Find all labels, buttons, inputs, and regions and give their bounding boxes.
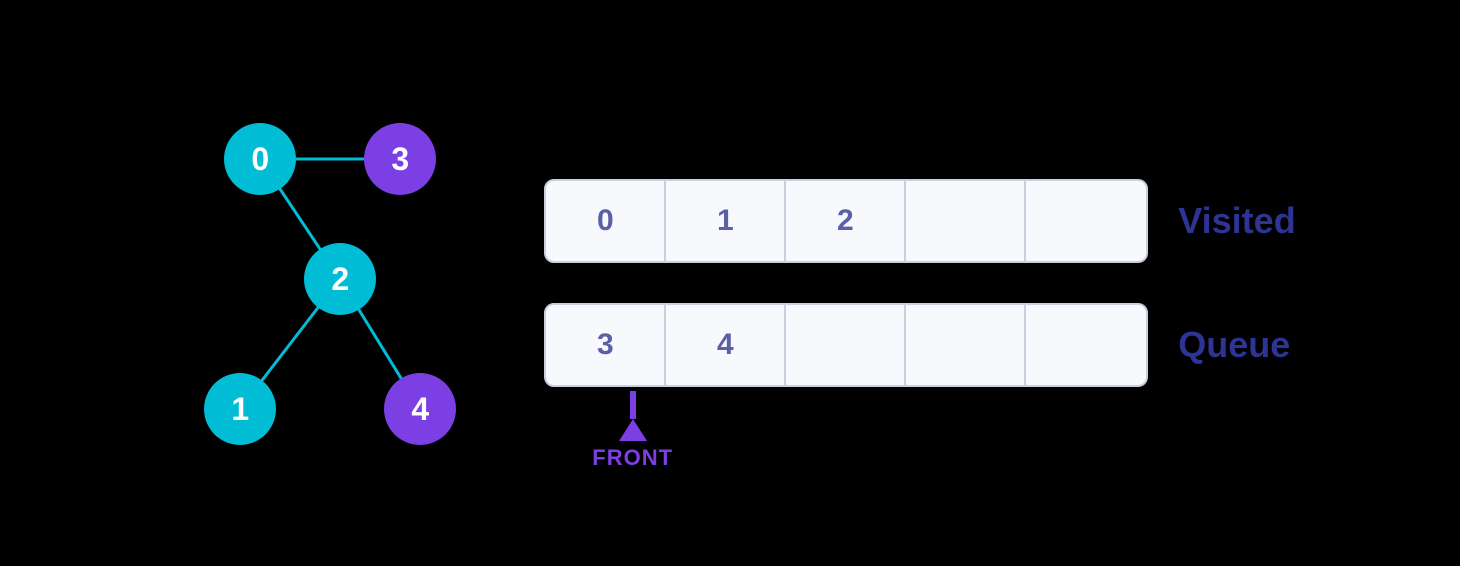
queue-label: Queue — [1178, 324, 1290, 366]
visited-row: 0 1 2 Visited — [544, 179, 1295, 263]
queue-block: 3 4 Queue — [544, 303, 1295, 387]
queue-row: 3 4 Queue — [544, 303, 1295, 387]
graph-section: 0 3 2 1 4 — [164, 83, 484, 483]
visited-cell-3 — [906, 181, 1026, 261]
queue-array: 3 4 — [544, 303, 1148, 387]
front-label: FRONT — [592, 445, 673, 471]
graph-node-4: 4 — [384, 373, 456, 445]
visited-cell-2: 2 — [786, 181, 906, 261]
graph-node-0: 0 — [224, 123, 296, 195]
queue-cell-0: 3 — [546, 305, 666, 385]
front-arrow-head — [619, 419, 647, 441]
visited-cell-1: 1 — [666, 181, 786, 261]
visited-label: Visited — [1178, 200, 1295, 242]
queue-cell-4 — [1026, 305, 1146, 385]
graph-node-2: 2 — [304, 243, 376, 315]
main-container: 0 3 2 1 4 0 1 2 — [164, 83, 1295, 483]
queue-cell-2 — [786, 305, 906, 385]
queue-cell-1: 4 — [666, 305, 786, 385]
visited-cell-4 — [1026, 181, 1146, 261]
queue-cell-3 — [906, 305, 1026, 385]
graph-node-3: 3 — [364, 123, 436, 195]
visited-array: 0 1 2 — [544, 179, 1148, 263]
front-arrow-stem — [630, 391, 636, 419]
arrays-section: 0 1 2 Visited — [544, 179, 1295, 387]
graph-node-1: 1 — [204, 373, 276, 445]
visited-cell-0: 0 — [546, 181, 666, 261]
front-indicator: FRONT — [592, 391, 673, 471]
